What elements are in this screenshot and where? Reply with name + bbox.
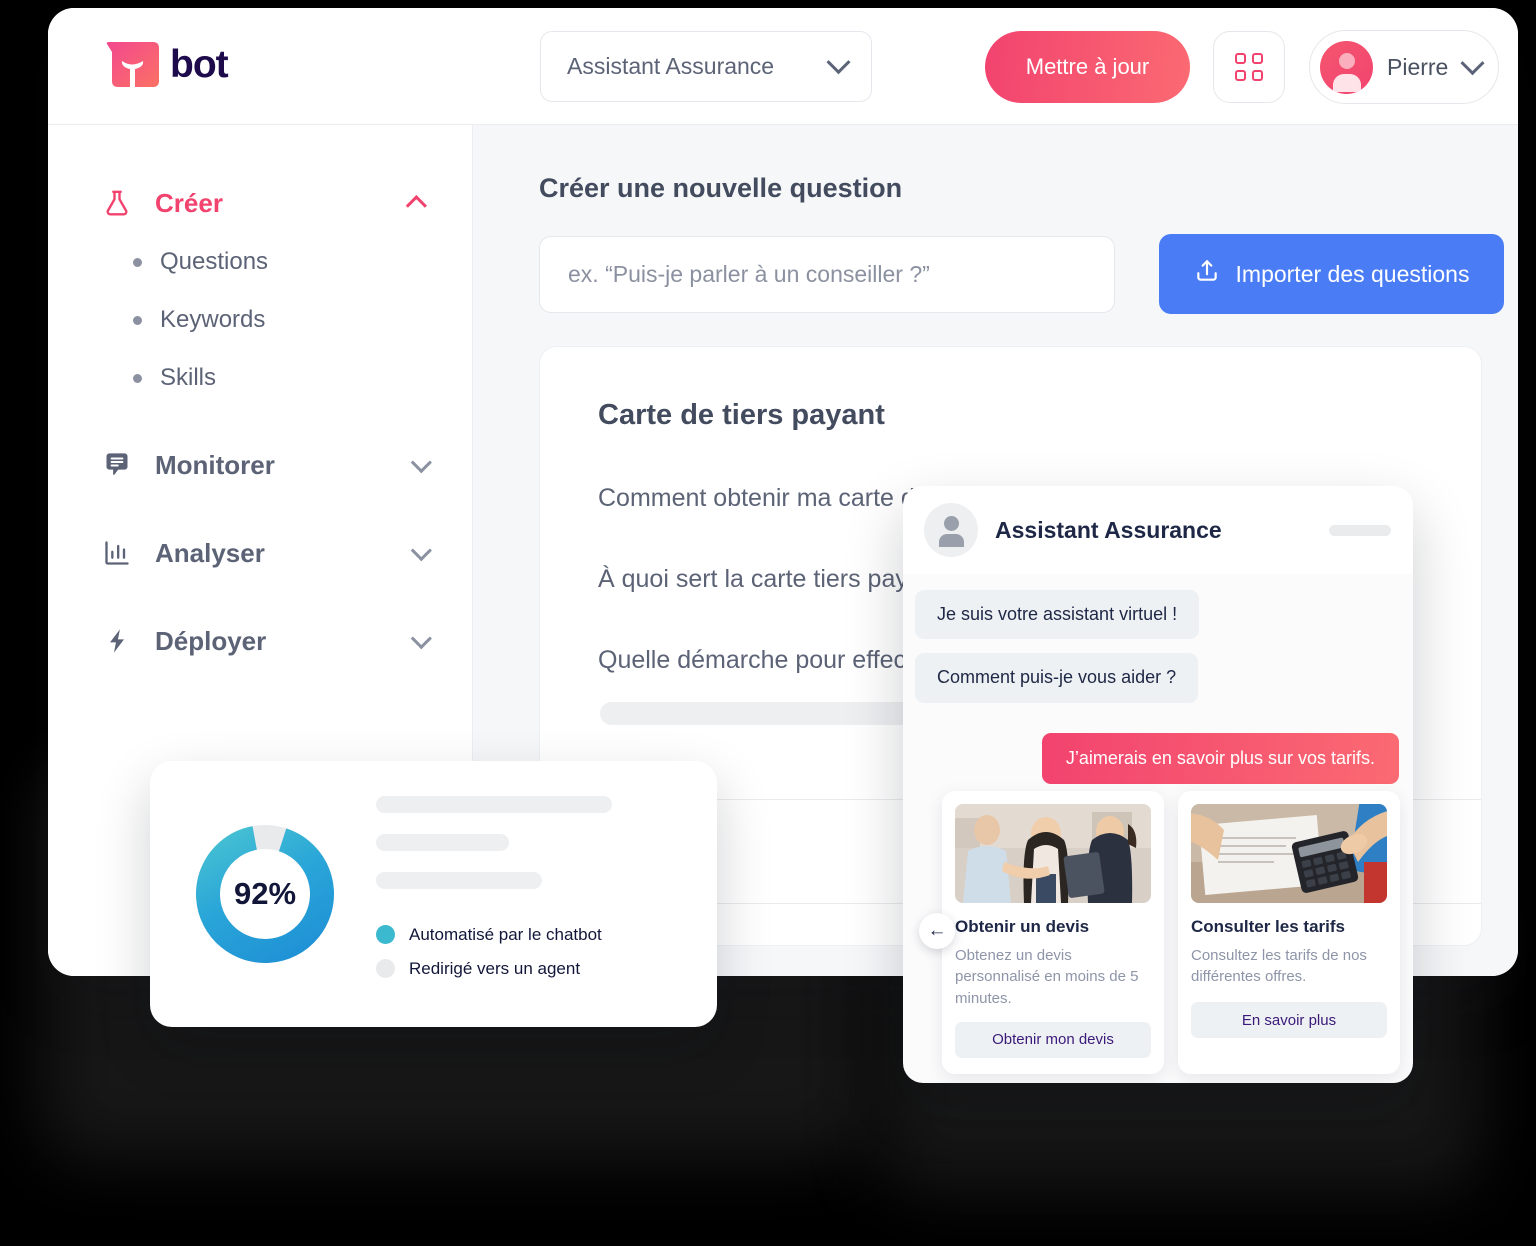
bot-logo-icon: [106, 42, 159, 87]
bolt-icon: [101, 625, 133, 657]
question-input[interactable]: [539, 235, 1115, 313]
carousel-card-button[interactable]: En savoir plus: [1191, 1002, 1387, 1038]
chat-title: Assistant Assurance: [995, 516, 1222, 543]
carousel-track: Obtenir un devis Obtenez un devis person…: [903, 791, 1413, 1074]
screenshot-stage: bot Assistant Assurance Mettre à jour Pi…: [0, 0, 1536, 1246]
chevron-down-icon: [410, 627, 432, 649]
stat-card-body: Automatisé par le chatbot Redirigé vers …: [376, 795, 683, 993]
bot-selector[interactable]: Assistant Assurance: [540, 31, 872, 102]
automation-stat-card: 92% Automatisé par le chatbot Redirigé v…: [150, 761, 717, 1027]
donut-center-value: 92%: [233, 876, 297, 911]
chat-bubble-bot: Je suis votre assistant virtuel !: [915, 590, 1200, 640]
legend-color-swatch: [376, 925, 395, 944]
skeleton-placeholder: [376, 871, 542, 889]
chat-message-row: J’aimerais en savoir plus sur vos tarifs…: [903, 732, 1413, 785]
panel-title: Carte de tiers payant: [598, 399, 885, 431]
user-name: Pierre: [1387, 53, 1449, 80]
skeleton-placeholder: [376, 795, 612, 813]
carousel-card-button[interactable]: Obtenir mon devis: [955, 1021, 1151, 1058]
apps-button[interactable]: [1213, 31, 1285, 103]
avatar: [1320, 40, 1373, 94]
bullet-icon: [133, 373, 142, 383]
sidebar-group-label: Analyser: [155, 537, 265, 568]
brand-name: bot: [170, 43, 229, 86]
bot-selector-value: Assistant Assurance: [567, 53, 775, 79]
legend-color-swatch: [376, 959, 395, 978]
sidebar-subitem-label: Skills: [160, 364, 217, 391]
user-menu[interactable]: Pierre: [1309, 30, 1499, 104]
legend-item-redirected: Redirigé vers un agent: [376, 959, 683, 979]
sidebar-item-questions[interactable]: Questions: [48, 233, 472, 291]
sidebar-item-monitorer[interactable]: Monitorer: [48, 435, 472, 495]
brand-logo[interactable]: bot: [106, 38, 229, 91]
upload-icon: [1194, 258, 1220, 290]
import-questions-label: Importer des questions: [1235, 260, 1470, 287]
sidebar-subitem-label: Questions: [160, 248, 269, 275]
chat-bubble-user: J’aimerais en savoir plus sur vos tarifs…: [1041, 732, 1399, 785]
carousel-card-desc: Consultez les tarifs de nos différentes …: [1191, 947, 1367, 986]
bullet-icon: [133, 257, 142, 267]
user-avatar-icon: [924, 503, 978, 557]
chevron-down-icon: [410, 539, 432, 561]
chat-header: Assistant Assurance: [903, 486, 1413, 574]
carousel-card-title: Consulter les tarifs: [1191, 917, 1345, 936]
handshake-advisor-photo: [955, 804, 1151, 903]
bar-chart-icon: [101, 537, 133, 569]
chevron-down-icon: [410, 451, 432, 473]
bullet-icon: [133, 315, 142, 325]
skeleton-placeholder: [376, 833, 509, 851]
grid-apps-icon: [1235, 53, 1263, 81]
sidebar-subitem-label: Keywords: [160, 306, 266, 333]
sidebar-item-analyser[interactable]: Analyser: [48, 523, 472, 583]
chat-carousel: ← Obtenir un devis Obtenez un devis pers…: [903, 791, 1413, 1083]
sidebar-item-deployer[interactable]: Déployer: [48, 611, 472, 671]
calculator-documents-photo: [1191, 804, 1387, 903]
carousel-card[interactable]: Consulter les tarifs Consultez les tarif…: [1178, 791, 1400, 1074]
import-questions-button[interactable]: Importer des questions: [1159, 234, 1504, 314]
carousel-card[interactable]: Obtenir un devis Obtenez un devis person…: [942, 791, 1164, 1074]
sidebar-group-label: Monitorer: [155, 449, 275, 480]
question-create-row: Importer des questions: [539, 234, 1518, 314]
chat-lines-icon: [101, 449, 133, 481]
chevron-up-icon: [405, 194, 427, 216]
chat-bubble-bot: Comment puis-je vous aider ?: [915, 653, 1199, 703]
sidebar-group-label: Créer: [155, 187, 223, 218]
chat-message-row: Je suis votre assistant virtuel !: [903, 590, 1413, 640]
page-title: Créer une nouvelle question: [539, 173, 903, 203]
legend-label: Redirigé vers un agent: [409, 958, 581, 978]
chat-message-row: Comment puis-je vous aider ?: [903, 653, 1413, 703]
legend-label: Automatisé par le chatbot: [409, 924, 602, 944]
chat-messages: Je suis votre assistant virtuel ! Commen…: [903, 574, 1413, 785]
chat-header-placeholder: [1329, 524, 1391, 536]
chat-widget: Assistant Assurance Je suis votre assist…: [903, 486, 1413, 1083]
carousel-card-title: Obtenir un devis: [955, 917, 1090, 936]
sidebar-group-label: Déployer: [155, 625, 267, 656]
sidebar-item-skills[interactable]: Skills: [48, 349, 472, 407]
chevron-down-icon: [826, 50, 851, 75]
app-header: bot Assistant Assurance Mettre à jour Pi…: [48, 8, 1518, 125]
carousel-card-desc: Obtenez un devis personnalisé en moins d…: [955, 947, 1139, 1007]
chevron-down-icon: [1460, 50, 1485, 75]
update-button[interactable]: Mettre à jour: [985, 31, 1190, 103]
donut-chart: 92%: [194, 823, 336, 965]
legend-item-automated: Automatisé par le chatbot: [376, 925, 683, 945]
arrow-left-icon[interactable]: ←: [919, 913, 955, 949]
sidebar-item-keywords[interactable]: Keywords: [48, 291, 472, 349]
flask-icon: [101, 187, 133, 219]
sidebar-item-creer[interactable]: Créer: [48, 173, 472, 233]
